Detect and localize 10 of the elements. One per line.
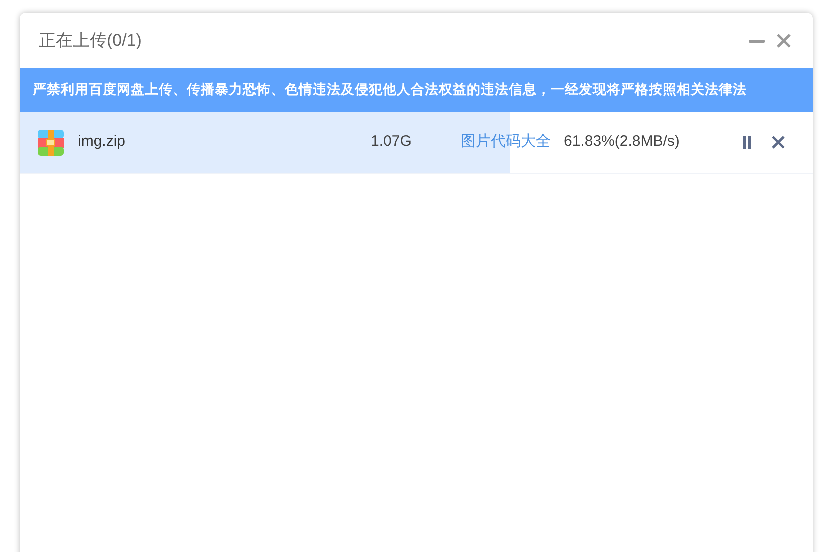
notice-text: 严禁利用百度网盘上传、传播暴力恐怖、色情违法及侵犯他人合法权益的违法信息，一经发现将严格按照相关法律法 (33, 80, 747, 99)
cancel-icon[interactable] (772, 136, 785, 149)
file-name: img.zip (78, 132, 127, 152)
window-title: 正在上传(0/1) (39, 30, 142, 52)
file-size: 1.07G (371, 132, 413, 152)
progress-text: 61.83%(2.8MB/s) (564, 132, 680, 152)
destination-link[interactable]: 图片代码大全 (461, 131, 551, 154)
archive-icon (38, 130, 64, 156)
close-icon[interactable] (776, 32, 792, 48)
pause-icon[interactable] (742, 136, 752, 149)
